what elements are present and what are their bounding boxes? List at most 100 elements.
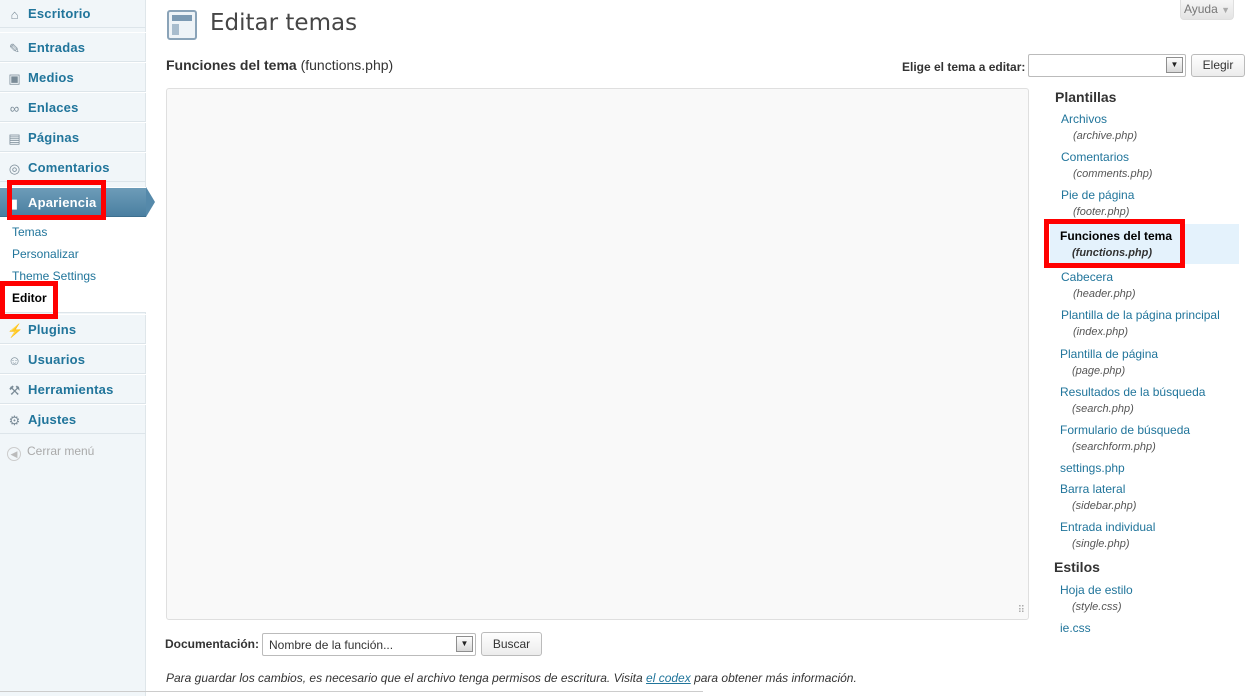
dropdown-arrow-icon: ▼ bbox=[1166, 57, 1183, 73]
template-file: (footer.php) bbox=[1073, 206, 1130, 218]
style-file: (style.css) bbox=[1072, 601, 1122, 613]
search-docs-button[interactable]: Buscar bbox=[481, 632, 542, 656]
template-file: (sidebar.php) bbox=[1072, 500, 1137, 512]
menu-label: Herramientas bbox=[28, 382, 114, 397]
template-file: (search.php) bbox=[1072, 403, 1134, 415]
template-link-archive[interactable]: Archivos (archive.php) bbox=[1061, 112, 1137, 142]
template-file: (header.php) bbox=[1073, 288, 1136, 300]
appearance-submenu: Temas Personalizar Theme Settings Editor bbox=[0, 217, 146, 313]
template-link-search[interactable]: Resultados de la búsqueda (search.php) bbox=[1060, 385, 1205, 415]
template-link-functions[interactable]: Funciones del tema (functions.php) bbox=[1060, 229, 1172, 259]
submenu-personalizar[interactable]: Personalizar bbox=[12, 247, 79, 261]
template-name: Formulario de búsqueda bbox=[1060, 423, 1191, 437]
menu-item-paginas[interactable]: ▤ Páginas bbox=[0, 122, 146, 152]
menu-label: Medios bbox=[28, 70, 74, 85]
menu-label: Ajustes bbox=[28, 412, 77, 427]
template-name: Archivos bbox=[1061, 112, 1108, 126]
menu-item-enlaces[interactable]: ∞ Enlaces bbox=[0, 92, 146, 122]
notice-text-end: para obtener más información. bbox=[690, 671, 857, 685]
file-heading: Funciones del tema (functions.php) bbox=[166, 57, 393, 73]
template-name: Plantilla de página bbox=[1060, 347, 1159, 361]
template-link-single[interactable]: Entrada individual (single.php) bbox=[1060, 520, 1155, 550]
style-name: Hoja de estilo bbox=[1060, 583, 1133, 597]
themes-icon bbox=[167, 10, 197, 40]
choose-theme-button[interactable]: Elegir bbox=[1191, 54, 1245, 77]
template-file: (comments.php) bbox=[1073, 168, 1153, 180]
template-link-page[interactable]: Plantilla de página (page.php) bbox=[1060, 347, 1158, 377]
admin-sidebar: ⌂ Escritorio ✎ Entradas ▣ Medios ∞ Enlac… bbox=[0, 0, 146, 696]
template-name: Entrada individual bbox=[1060, 520, 1156, 534]
submenu-editor[interactable]: Editor bbox=[12, 291, 47, 305]
collapse-arrow-icon: ◀ bbox=[7, 447, 21, 461]
template-link-comments[interactable]: Comentarios (comments.php) bbox=[1061, 150, 1152, 180]
templates-heading: Plantillas bbox=[1055, 89, 1117, 105]
menu-item-usuarios[interactable]: ☺ Usuarios bbox=[0, 344, 146, 374]
pin-icon: ✎ bbox=[9, 41, 20, 56]
submenu-temas[interactable]: Temas bbox=[12, 225, 47, 239]
media-icon: ▣ bbox=[8, 71, 21, 86]
codex-link[interactable]: el codex bbox=[646, 671, 691, 685]
template-name: Pie de página bbox=[1061, 188, 1135, 202]
template-name: Resultados de la búsqueda bbox=[1060, 385, 1206, 399]
menu-label: Entradas bbox=[28, 40, 86, 55]
template-file: (functions.php) bbox=[1072, 247, 1153, 259]
template-file: (index.php) bbox=[1073, 326, 1129, 338]
plugin-icon: ⚡ bbox=[7, 323, 24, 338]
page-icon: ▤ bbox=[8, 131, 21, 146]
style-name: ie.css bbox=[1060, 621, 1091, 635]
template-name: Plantilla de la página principal bbox=[1061, 308, 1220, 322]
theme-select-label: Elige el tema a editar: bbox=[902, 60, 1026, 74]
theme-select[interactable]: ▼ bbox=[1028, 54, 1186, 77]
template-file: (single.php) bbox=[1072, 538, 1130, 550]
menu-label: Plugins bbox=[28, 322, 77, 337]
menu-item-medios[interactable]: ▣ Medios bbox=[0, 62, 146, 92]
file-name: (functions.php) bbox=[300, 57, 394, 73]
submenu-theme-settings[interactable]: Theme Settings bbox=[12, 269, 96, 283]
notice-text: Para guardar los cambios, es necesario q… bbox=[166, 671, 647, 685]
documentation-label: Documentación: bbox=[165, 637, 260, 651]
settings-icon: ⚙ bbox=[8, 413, 21, 428]
help-label: Ayuda bbox=[1183, 2, 1218, 16]
code-editor-textarea[interactable]: ⠿ bbox=[166, 88, 1029, 620]
menu-item-plugins[interactable]: ⚡ Plugins bbox=[0, 314, 146, 344]
style-link-style-css[interactable]: Hoja de estilo (style.css) bbox=[1060, 583, 1133, 613]
template-file: (page.php) bbox=[1072, 365, 1126, 377]
documentation-select[interactable]: Nombre de la función... ▼ bbox=[262, 633, 476, 656]
page-title: Editar temas bbox=[210, 10, 358, 36]
divider bbox=[0, 691, 703, 692]
menu-label: Enlaces bbox=[28, 100, 79, 115]
dropdown-arrow-icon: ▼ bbox=[456, 636, 473, 652]
menu-item-entradas[interactable]: ✎ Entradas bbox=[0, 32, 146, 62]
template-name: Comentarios bbox=[1061, 150, 1130, 164]
menu-label: Apariencia bbox=[28, 195, 97, 210]
menu-label: Usuarios bbox=[28, 352, 86, 367]
users-icon: ☺ bbox=[7, 353, 22, 368]
comment-icon: ◎ bbox=[8, 161, 21, 176]
template-link-sidebar[interactable]: Barra lateral (sidebar.php) bbox=[1060, 482, 1136, 512]
style-link-ie-css[interactable]: ie.css bbox=[1060, 621, 1091, 635]
collapse-label: Cerrar menú bbox=[27, 444, 95, 458]
current-menu-arrow bbox=[146, 187, 155, 217]
home-icon: ⌂ bbox=[10, 7, 19, 22]
template-link-settings[interactable]: settings.php bbox=[1060, 461, 1125, 475]
template-link-footer[interactable]: Pie de página (footer.php) bbox=[1061, 188, 1134, 218]
template-name: Barra lateral bbox=[1060, 482, 1126, 496]
appearance-icon: ▮ bbox=[10, 196, 19, 211]
template-link-header[interactable]: Cabecera (header.php) bbox=[1061, 270, 1136, 300]
menu-item-herramientas[interactable]: ⚒ Herramientas bbox=[0, 374, 146, 404]
template-name: Funciones del tema bbox=[1060, 229, 1173, 243]
template-name: Cabecera bbox=[1061, 270, 1114, 284]
template-link-searchform[interactable]: Formulario de búsqueda (searchform.php) bbox=[1060, 423, 1190, 453]
template-link-index[interactable]: Plantilla de la página principal (index.… bbox=[1061, 308, 1220, 338]
menu-item-apariencia[interactable]: ▮ Apariencia bbox=[0, 187, 146, 217]
template-name: settings.php bbox=[1060, 461, 1125, 475]
documentation-select-value: Nombre de la función... bbox=[269, 638, 394, 652]
menu-item-ajustes[interactable]: ⚙ Ajustes bbox=[0, 404, 146, 434]
resize-handle-icon[interactable]: ⠿ bbox=[1018, 606, 1025, 616]
help-tab[interactable]: Ayuda ▼ bbox=[1180, 0, 1234, 20]
write-permission-notice: Para guardar los cambios, es necesario q… bbox=[166, 671, 857, 685]
collapse-menu-button[interactable]: ◀ Cerrar menú bbox=[7, 444, 94, 461]
menu-item-escritorio[interactable]: ⌂ Escritorio bbox=[0, 0, 146, 28]
menu-item-comentarios[interactable]: ◎ Comentarios bbox=[0, 152, 146, 182]
tools-icon: ⚒ bbox=[8, 383, 21, 398]
